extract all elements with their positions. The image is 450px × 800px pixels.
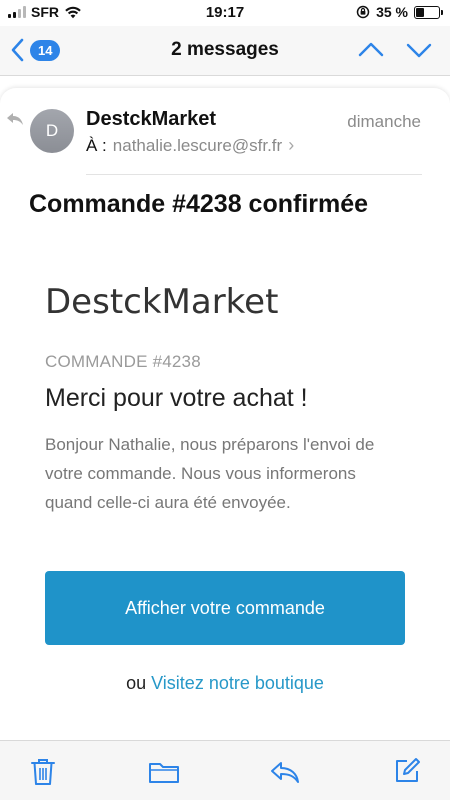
reply-icon[interactable] (269, 760, 301, 784)
store-brand: DestckMarket (45, 282, 279, 322)
sender-avatar: D (30, 109, 74, 153)
order-number: COMMANDE #4238 (45, 352, 201, 371)
sender-name[interactable]: DestckMarket (86, 108, 216, 131)
compose-icon[interactable] (393, 757, 421, 785)
recipient-line[interactable]: À : nathalie.lescure@sfr.fr › (86, 135, 294, 156)
orientation-lock-icon (356, 5, 370, 19)
thanks-heading: Merci pour votre achat ! (45, 384, 308, 412)
next-message-icon[interactable] (406, 38, 432, 62)
trash-icon[interactable] (30, 757, 56, 787)
replied-indicator-icon (7, 113, 23, 125)
battery-level (416, 7, 424, 17)
visit-shop-link[interactable]: Visitez notre boutique (151, 673, 324, 693)
recipient-address: nathalie.lescure@sfr.fr (112, 135, 283, 155)
previous-message-icon[interactable] (358, 38, 384, 62)
status-bar: SFR 19:17 35 % (0, 0, 450, 26)
bottom-toolbar (0, 740, 450, 800)
folder-icon[interactable] (148, 760, 180, 784)
to-label: À : (86, 135, 107, 155)
message-text: Bonjour Nathalie, nous préparons l'envoi… (45, 435, 375, 512)
message-card: D DestckMarket dimanche À : nathalie.les… (0, 88, 450, 740)
message-date: dimanche (347, 112, 421, 131)
message-navigation (358, 38, 432, 62)
shop-line: ou Visitez notre boutique (0, 673, 450, 694)
nav-bar: 14 2 messages (0, 26, 450, 76)
message-subject: Commande #4238 confirmée (29, 190, 369, 218)
or-text: ou (126, 673, 147, 693)
view-order-button[interactable]: Afficher votre commande (45, 571, 405, 645)
mail-screen: SFR 19:17 35 % 14 2 messages D DestckMar… (0, 0, 450, 800)
status-right: 35 % (356, 4, 443, 20)
battery-icon (414, 5, 443, 19)
battery-percent: 35 % (376, 4, 408, 20)
header-divider (86, 174, 422, 175)
chevron-right-icon: › (288, 135, 295, 155)
